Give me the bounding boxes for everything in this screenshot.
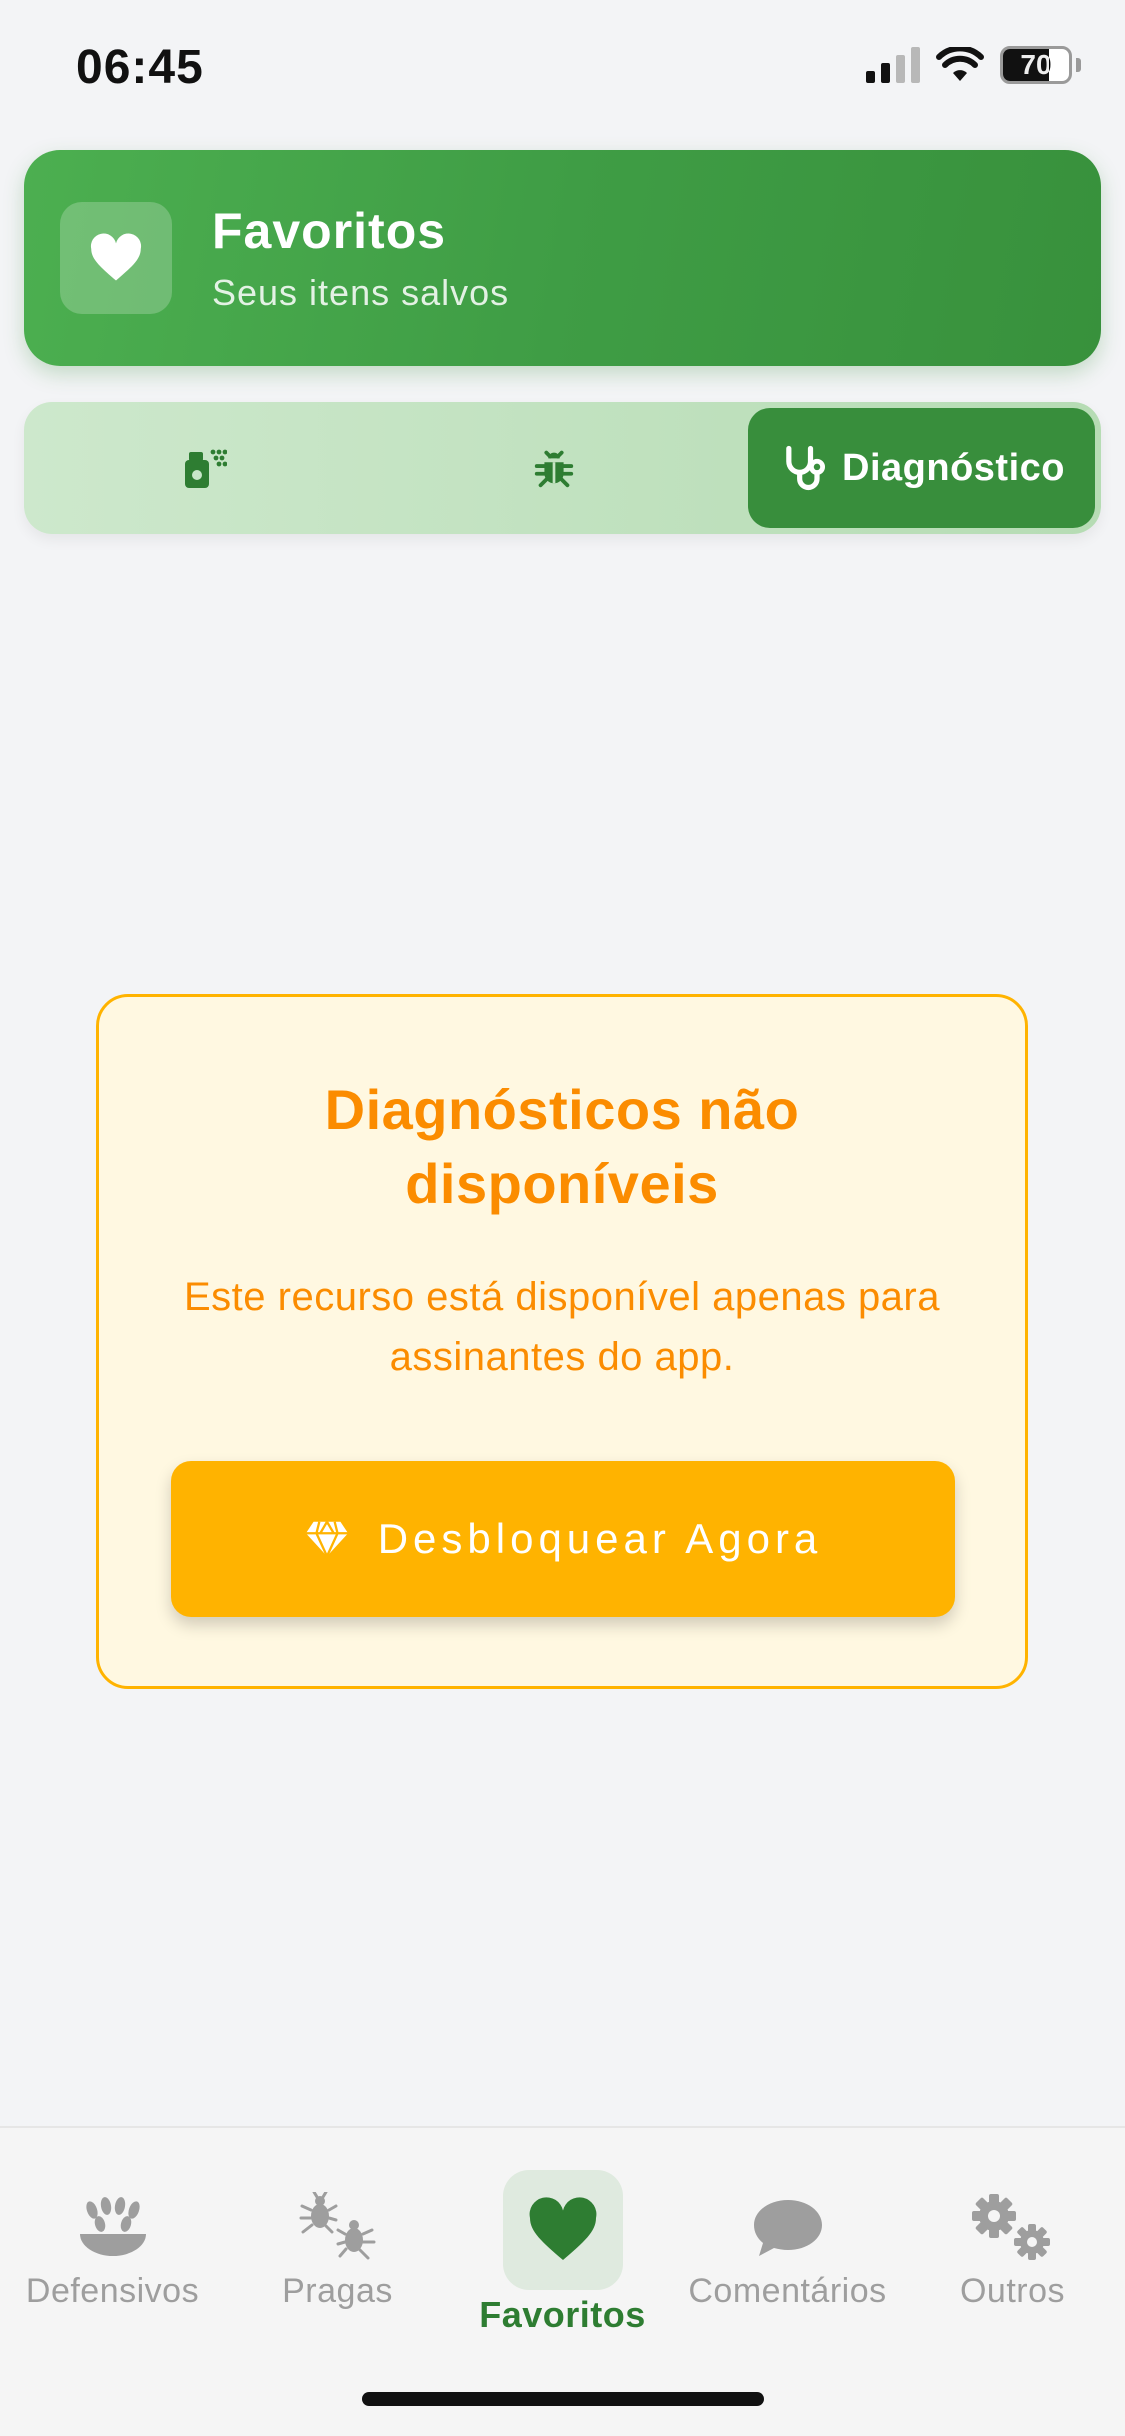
nav-item-defensivos[interactable]: Defensivos [0,2148,225,2348]
tab-defensivos[interactable] [74,408,334,528]
home-indicator[interactable] [362,2392,764,2406]
status-bar: 06:45 70 [0,0,1125,140]
page-subtitle: Seus itens salvos [212,272,510,313]
page-title: Favoritos [212,203,447,259]
nav-item-comentarios[interactable]: Comentários [675,2148,900,2348]
premium-locked-card: Diagnósticos não disponíveis Este recurs… [96,994,1028,1689]
wifi-icon [936,47,984,81]
stethoscope-icon [786,445,826,491]
wheat-icon [68,2188,158,2268]
nav-label: Pragas [282,2272,393,2310]
heart-icon [90,233,142,281]
unlock-button-label: Desbloquear Agora [377,1515,823,1562]
tab-pragas[interactable] [424,408,684,528]
bug-icon [534,450,574,488]
nav-item-favoritos[interactable]: Favoritos [450,2148,675,2348]
header-card: Favoritos Seus itens salvos [24,150,1101,366]
nav-item-outros[interactable]: Outros [900,2148,1125,2348]
spray-bottle-icon [185,449,227,488]
cellular-signal-icon [866,47,920,83]
locked-message: Este recurso está disponível apenas para… [184,1275,940,1379]
bottom-navigation: Defensivos Pragas Favoritos Comentários … [0,2126,1125,2436]
status-time: 06:45 [76,41,204,94]
nav-label: Outros [959,2272,1066,2310]
comment-icon [743,2188,833,2268]
status-icons: 70 [866,46,1081,84]
battery-level: 70 [1020,49,1052,80]
favorites-tab-bar: Diagnóstico [24,402,1101,534]
tab-label: Diagnóstico [842,446,1065,489]
diamond-icon [305,1521,348,1557]
nav-label: Defensivos [25,2272,200,2310]
unlock-now-button[interactable]: Desbloquear Agora [171,1461,955,1617]
nav-item-pragas[interactable]: Pragas [225,2148,450,2348]
battery-icon: 70 [1000,46,1072,84]
gears-icon [968,2188,1058,2268]
locked-title: Diagnósticos não disponíveis [324,1078,800,1215]
header-icon-box [60,202,172,314]
nav-label: Favoritos [479,2294,646,2335]
bugs-icon [293,2188,383,2268]
nav-label: Comentários [688,2272,887,2310]
heart-icon [502,2170,623,2290]
tab-diagnostico[interactable]: Diagnóstico [748,408,1095,528]
